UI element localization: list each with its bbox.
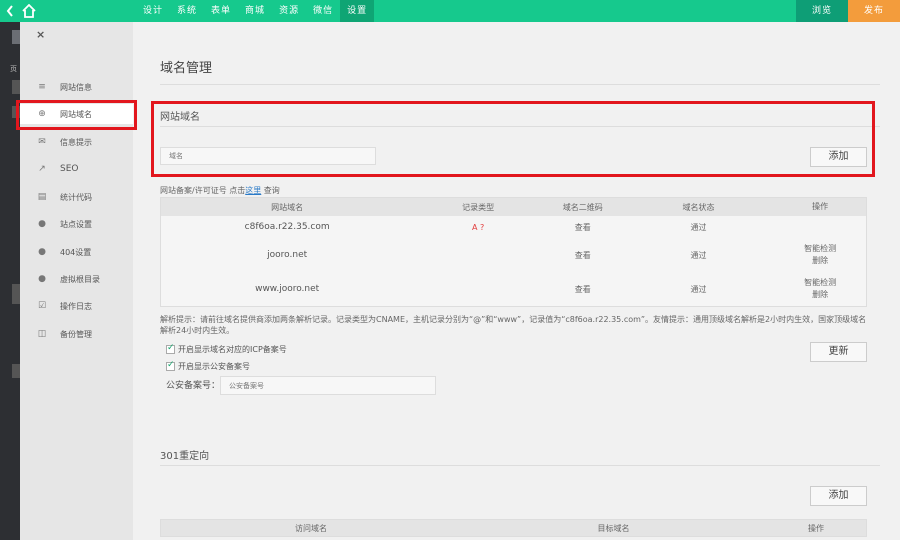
sidebar-item-404[interactable]: ● 404设置 [20,242,133,262]
nav-design[interactable]: 设计 [136,0,170,22]
delete-link[interactable]: 删除 [774,289,866,301]
sidebar-item-site-settings[interactable]: ● 站点设置 [20,214,133,234]
column-header: 操作 [812,202,829,211]
sidebar-item-operation-log[interactable]: ☑ 操作日志 [20,296,133,316]
actions-cell: 智能检测 删除 [774,243,866,267]
gear-icon: ● [38,247,46,257]
sidebar-item-stats-code[interactable]: ▤ 统计代码 [20,187,133,207]
delete-link[interactable]: 删除 [774,255,866,267]
column-header: 记录类型 [462,202,495,212]
table-header: 网站域名 记录类型 域名二维码 域名状态 操作 [161,198,866,216]
gear-icon: ● [38,219,46,229]
table-row: jooro.net 查看 通过 智能检测 删除 [161,238,866,272]
domain-cell: jooro.net [267,250,308,260]
sidebar-item-seo[interactable]: ↗ SEO [20,159,133,179]
checkbox-label: 开启显示公安备案号 [178,362,250,371]
smart-detect-link[interactable]: 智能检测 [774,277,866,289]
domain-cell: www.jooro.net [255,284,320,294]
icp-checkbox[interactable] [166,343,175,354]
sidebar-item-backup[interactable]: ◫ 备份管理 [20,324,133,344]
filing-note-suffix: 查询 [261,186,280,195]
column-header: 网站域名 [271,202,304,212]
checkbox-label: 开启显示域名对应的ICP备案号 [178,345,287,354]
top-bar [0,0,900,22]
view-qr-link[interactable]: 查看 [543,250,623,261]
list-icon: ≡ [38,82,46,92]
icp-toggle-row[interactable]: 开启显示域名对应的ICP备案号 [166,343,287,355]
sidebar-item-virtual-root[interactable]: ● 虚拟根目录 [20,269,133,289]
column-header: 目标域名 [597,523,630,533]
sidebar-item-info-tips[interactable]: ✉ 信息提示 [20,132,133,152]
close-icon[interactable]: × [36,28,45,41]
filing-note: 网站备案/许可证号 点击这里 查询 [160,185,280,196]
top-nav: 设计 系统 表单 商城 资源 微信 设置 [136,0,375,22]
gear-icon: ● [38,274,46,284]
highlight-box-sidebar [16,100,137,130]
sidebar-item-label: 信息提示 [60,137,92,147]
sidebar-item-label: SEO [60,164,79,174]
dns-hint: 解析提示：请前往域名提供商添加两条解析记录。记录类型为CNAME，主机记录分别为… [160,315,867,335]
strip-tab[interactable] [12,30,20,44]
sidebar-item-label: 操作日志 [60,301,92,311]
redirect-section-title: 301重定向 [160,451,210,462]
status-cell: 通过 [690,250,707,260]
trend-icon: ↗ [38,164,46,174]
filing-query-link[interactable]: 这里 [245,186,261,195]
nav-wechat[interactable]: 微信 [306,0,340,22]
mail-icon: ✉ [38,137,46,147]
highlight-box-domain-section [151,101,875,177]
nav-resource[interactable]: 资源 [272,0,306,22]
backup-icon: ◫ [37,329,47,339]
actions-cell: 智能检测 删除 [774,277,866,301]
preview-button[interactable]: 浏览 [796,0,848,22]
strip-block [12,284,20,304]
domain-table: 网站域名 记录类型 域名二维码 域名状态 操作 c8f6oa.r22.35.co… [160,197,867,307]
sidebar-item-label: 站点设置 [60,219,92,229]
view-qr-link[interactable]: 查看 [543,284,623,295]
divider [160,84,880,85]
status-cell: 通过 [690,222,707,232]
update-button[interactable]: 更新 [810,342,867,362]
police-record-input[interactable] [220,376,436,395]
home-icon[interactable] [20,0,38,22]
nav-system[interactable]: 系统 [170,0,204,22]
strip-block [12,364,20,378]
nav-mall[interactable]: 商城 [238,0,272,22]
nav-form[interactable]: 表单 [204,0,238,22]
strip-label: 页 [10,65,17,73]
code-icon: ▤ [37,192,47,202]
police-checkbox[interactable] [166,360,175,371]
police-toggle-row[interactable]: 开启显示公安备案号 [166,360,250,372]
checklist-icon: ☑ [37,301,47,311]
sidebar-item-site-info[interactable]: ≡ 网站信息 [20,77,133,97]
main-content: 域名管理 网站域名 添加 网站备案/许可证号 点击这里 查询 网站域名 记录类型… [133,22,900,540]
smart-detect-link[interactable]: 智能检测 [774,243,866,255]
sidebar-item-label: 备份管理 [60,329,92,339]
divider [160,465,880,466]
record-type-cell[interactable]: A ? [413,223,543,232]
column-header: 操作 [808,523,824,533]
strip-block [12,80,20,94]
add-redirect-button[interactable]: 添加 [810,486,867,506]
nav-settings[interactable]: 设置 [340,0,375,22]
column-header: 域名二维码 [562,202,603,212]
sidebar-item-label: 网站信息 [60,82,92,92]
column-header: 域名状态 [682,202,715,212]
police-record-label: 公安备案号： [166,381,221,391]
chevron-left-icon[interactable] [0,0,20,22]
domain-cell: c8f6oa.r22.35.com [244,222,330,232]
redirect-table-header: 访问域名 目标域名 操作 [160,519,867,537]
sidebar-item-label: 统计代码 [60,192,92,202]
page-title: 域名管理 [160,61,213,76]
sidebar-item-label: 404设置 [60,247,92,257]
table-row: c8f6oa.r22.35.com A ? 查看 通过 [161,216,866,238]
filing-note-prefix: 网站备案/许可证号 点击 [160,186,246,195]
sidebar-item-label: 虚拟根目录 [60,274,100,284]
table-row: www.jooro.net 查看 通过 智能检测 删除 [161,272,866,306]
publish-button[interactable]: 发布 [848,0,900,22]
column-header: 访问域名 [295,523,327,533]
status-cell: 通过 [690,284,707,294]
view-qr-link[interactable]: 查看 [543,222,623,233]
